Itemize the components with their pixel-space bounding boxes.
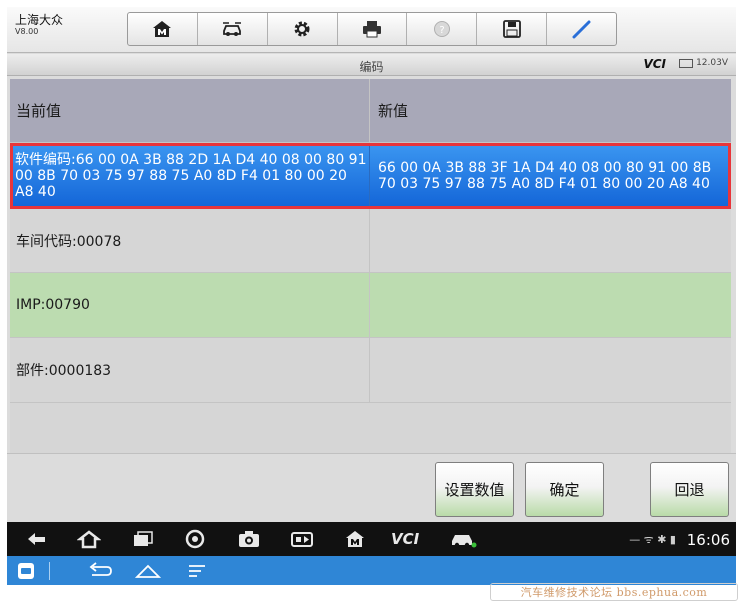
brand: 上海大众 V8.00 <box>15 13 63 37</box>
vci-icon[interactable]: VCI <box>391 530 431 550</box>
new-value-cell <box>370 338 731 402</box>
camera-icon[interactable] <box>237 529 261 549</box>
status-icons: — ᯤ ✱ ▮ <box>629 533 676 546</box>
app-drawer-icon[interactable] <box>17 562 35 580</box>
printer-icon <box>363 21 381 38</box>
new-value-cell: 66 00 0A 3B 88 3F 1A D4 40 08 00 80 91 0… <box>377 160 712 192</box>
vci-label: VCI <box>643 57 666 71</box>
new-value-cell <box>370 209 731 272</box>
save-button[interactable] <box>477 13 548 45</box>
new-value-cell <box>370 273 731 337</box>
action-bar: 设置数值 确定 回退 <box>7 453 736 521</box>
gear-icon <box>294 21 310 37</box>
pen-icon <box>572 20 591 39</box>
watermark: 汽车维修技术论坛 bbs.ephua.com <box>490 583 738 601</box>
system-bar-divider <box>49 562 50 580</box>
system-bar <box>7 556 736 585</box>
current-value-cell: 软件编码:66 00 0A 3B 88 2D 1A D4 40 08 00 80… <box>13 146 370 206</box>
app-screen: 上海大众 V8.00 ? 编码 VCI 12.03V 当前值 新值 软件编码:6… <box>7 7 736 585</box>
edit-button[interactable] <box>547 13 616 45</box>
current-value-cell: 车间代码:00078 <box>10 209 370 272</box>
table-header-row: 当前值 新值 <box>10 79 731 143</box>
help-icon: ? <box>433 21 450 37</box>
recent-apps-icon[interactable] <box>131 529 155 549</box>
help-button[interactable]: ? <box>407 13 478 45</box>
table-row-software-coding[interactable]: 软件编码:66 00 0A 3B 88 2D 1A D4 40 08 00 80… <box>10 143 731 209</box>
table-empty-area <box>10 403 731 455</box>
app-version: V8.00 <box>15 27 39 36</box>
svg-text:?: ? <box>439 25 444 36</box>
settings-button[interactable] <box>268 13 338 45</box>
android-navigation-bar: VCI — ᯤ ✱ ▮ 16:06 <box>7 522 736 556</box>
brand-name: 上海大众 <box>15 13 64 27</box>
coding-table: 当前值 新值 软件编码:66 00 0A 3B 88 2D 1A D4 40 0… <box>10 79 731 455</box>
return-icon[interactable] <box>87 562 113 580</box>
current-value-cell: IMP:00790 <box>10 273 370 337</box>
back-arrow-icon[interactable] <box>25 529 49 549</box>
vci-status: VCI <box>643 57 666 71</box>
home-icon[interactable] <box>77 529 101 549</box>
battery-icon <box>679 58 694 68</box>
vehicle-button[interactable] <box>198 13 268 45</box>
home-outline-icon[interactable] <box>135 562 161 580</box>
diagnosis-home-icon[interactable] <box>343 529 367 549</box>
screenshot-icon[interactable] <box>290 529 314 549</box>
table-row-workshop-code[interactable]: 车间代码:00078 <box>10 209 731 273</box>
set-value-button[interactable]: 设置数值 <box>435 462 514 517</box>
print-button[interactable] <box>338 13 408 45</box>
home-icon <box>153 21 172 37</box>
menu-icon[interactable] <box>187 562 207 580</box>
confirm-button[interactable]: 确定 <box>525 462 604 517</box>
battery-voltage: 12.03V <box>696 58 728 68</box>
header-new-value: 新值 <box>378 102 409 120</box>
car-icon <box>223 22 242 36</box>
current-value-cell: 部件:0000183 <box>10 338 370 402</box>
top-toolbar: 上海大众 V8.00 ? <box>7 7 736 53</box>
toolbar-buttons: ? <box>127 12 617 46</box>
chrome-icon[interactable] <box>183 529 207 549</box>
table-row-imp[interactable]: IMP:00790 <box>10 273 731 338</box>
header-current-value: 当前值 <box>10 79 370 142</box>
clock: 16:06 <box>686 531 730 549</box>
battery-status: 12.03V <box>679 58 728 68</box>
vehicle-connect-icon[interactable] <box>449 529 479 549</box>
page-title: 编码 <box>359 60 384 74</box>
back-button[interactable]: 回退 <box>650 462 729 517</box>
title-bar: 编码 VCI 12.03V <box>7 54 736 76</box>
home-button[interactable] <box>128 13 198 45</box>
save-icon <box>502 20 521 38</box>
table-row-part[interactable]: 部件:0000183 <box>10 338 731 403</box>
